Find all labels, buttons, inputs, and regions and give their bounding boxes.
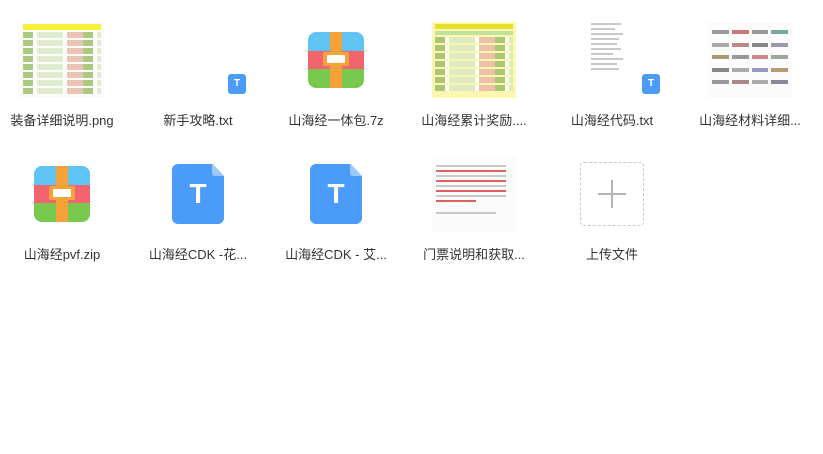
text-thumbnail: T: [286, 152, 386, 236]
upload-file-button[interactable]: 上传文件: [544, 140, 680, 270]
file-grid: 装备详细说明.png 新手攻略.txt 山海经一体包.7z 山海经累计奖励: [0, 0, 823, 454]
file-tile-cdk-2[interactable]: T 山海经CDK - 艾...: [268, 140, 404, 270]
file-tile-equipment-png[interactable]: 装备详细说明.png: [0, 6, 130, 136]
file-tile-ticket[interactable]: 门票说明和获取...: [406, 140, 542, 270]
text-thumbnail: [562, 18, 662, 102]
txt-file-icon: [228, 74, 246, 94]
txt-file-icon: T: [172, 164, 224, 224]
file-tile-cdk-1[interactable]: T 山海经CDK -花...: [130, 140, 266, 270]
document-image-icon: [432, 156, 516, 232]
grid-image-icon: [708, 22, 792, 98]
file-tile-rewards[interactable]: 山海经累计奖励....: [406, 6, 542, 136]
file-name: 山海经一体包.7z: [288, 113, 384, 128]
file-tile-code-txt[interactable]: 山海经代码.txt: [544, 6, 680, 136]
file-tile-pvf-zip[interactable]: 山海经pvf.zip: [0, 140, 130, 270]
archive-thumbnail: [286, 18, 386, 102]
file-name: 山海经CDK -花...: [148, 247, 248, 262]
file-name: 门票说明和获取...: [423, 247, 525, 262]
file-name: 山海经代码.txt: [570, 113, 654, 128]
file-tile-guide-txt[interactable]: 新手攻略.txt: [130, 6, 266, 136]
file-name: 山海经累计奖励....: [421, 113, 527, 128]
text-preview-icon: [587, 20, 637, 100]
text-thumbnail: [148, 18, 248, 102]
txt-file-icon: T: [310, 164, 362, 224]
file-name: 山海经pvf.zip: [23, 247, 101, 262]
upload-label: 上传文件: [585, 247, 638, 262]
file-tile-bundle-7z[interactable]: 山海经一体包.7z: [268, 6, 404, 136]
archive-icon: [308, 32, 364, 88]
image-thumbnail: [700, 18, 800, 102]
image-thumbnail: [424, 18, 524, 102]
text-thumbnail: T: [148, 152, 248, 236]
txt-file-icon: [642, 74, 660, 94]
archive-icon: [34, 166, 90, 222]
upload-thumbnail: [562, 152, 662, 236]
file-name: 山海经CDK - 艾...: [285, 247, 387, 262]
file-tile-materials[interactable]: 山海经材料详细...: [682, 6, 818, 136]
image-thumbnail: [12, 18, 112, 102]
file-name: 新手攻略.txt: [163, 113, 233, 128]
spreadsheet-image-icon: [432, 22, 516, 98]
plus-icon[interactable]: [580, 162, 644, 226]
file-name: 装备详细说明.png: [10, 113, 114, 128]
file-name: 山海经材料详细...: [699, 113, 801, 128]
image-thumbnail: [424, 152, 524, 236]
spreadsheet-image-icon: [20, 22, 104, 98]
archive-thumbnail: [12, 152, 112, 236]
